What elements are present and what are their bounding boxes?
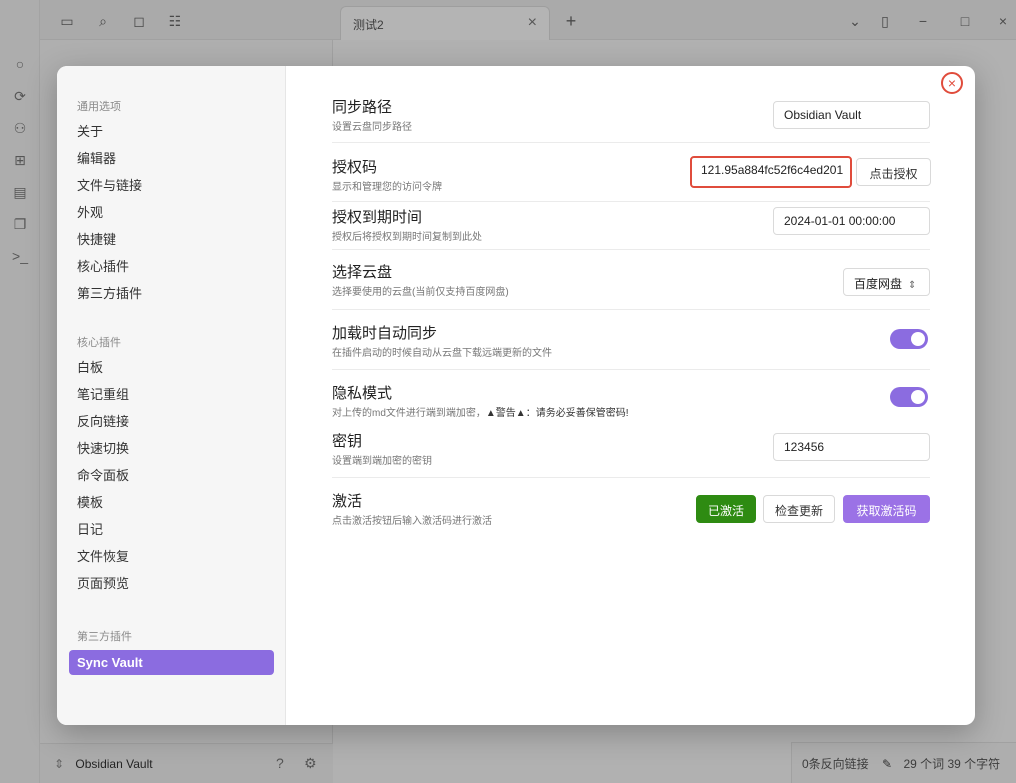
nav-item-community-plugins[interactable]: 第三方插件 xyxy=(69,278,274,303)
nav-section-community: 第三方插件 xyxy=(77,631,132,643)
setting-auto-sync: 加载时自动同步 在插件启动的时候自动从云盘下载远端更新的文件 xyxy=(332,322,930,370)
nav-item-editor[interactable]: 编辑器 xyxy=(69,143,274,168)
setting-auth-code: 授权码 显示和管理您的访问令牌 121.95a884fc52f6c4ed201 … xyxy=(332,156,931,202)
setting-sync-path: 同步路径 设置云盘同步路径 Obsidian Vault xyxy=(332,96,930,143)
privacy-toggle[interactable] xyxy=(890,387,928,407)
setting-activate: 激活 点击激活按钮后输入激活码进行激活 已激活 检查更新 获取激活码 xyxy=(332,490,930,530)
setting-desc: 点击激活按钮后输入激活码进行激活 xyxy=(332,516,492,527)
setting-name: 密钥 xyxy=(332,433,363,450)
setting-desc: 对上传的md文件进行端到端加密，▲警告▲：请务必妥善保管密码! xyxy=(332,404,628,419)
nav-item-note-composer[interactable]: 笔记重组 xyxy=(69,379,274,404)
settings-nav: 通用选项 关于 编辑器 文件与链接 外观 快捷键 核心插件 第三方插件 核心插件… xyxy=(57,66,286,725)
setting-auth-expire: 授权到期时间 授权后将授权到期时间复制到此处 2024-01-01 00:00:… xyxy=(332,206,930,250)
setting-desc: 在插件启动的时候自动从云盘下载远端更新的文件 xyxy=(332,348,552,359)
setting-name: 授权码 xyxy=(332,159,378,176)
chevron-updown-icon: ⇕ xyxy=(908,280,917,291)
settings-modal: 通用选项 关于 编辑器 文件与链接 外观 快捷键 核心插件 第三方插件 核心插件… xyxy=(57,66,975,725)
toggle-knob xyxy=(911,390,925,404)
setting-privacy: 隐私模式 对上传的md文件进行端到端加密，▲警告▲：请务必妥善保管密码! xyxy=(332,382,930,426)
nav-item-command-palette[interactable]: 命令面板 xyxy=(69,460,274,485)
nav-item-page-preview[interactable]: 页面预览 xyxy=(69,568,274,593)
setting-secret: 密钥 设置端到端加密的密钥 123456 xyxy=(332,430,930,478)
setting-desc: 选择要使用的云盘(当前仅支持百度网盘) xyxy=(332,287,509,298)
sync-path-input[interactable]: Obsidian Vault xyxy=(773,101,930,129)
nav-item-canvas[interactable]: 白板 xyxy=(69,352,274,377)
authorize-button[interactable]: 点击授权 xyxy=(856,158,931,186)
nav-item-files-links[interactable]: 文件与链接 xyxy=(69,170,274,195)
cloud-select-value: 百度网盘 xyxy=(854,277,903,291)
setting-desc: 设置端到端加密的密钥 xyxy=(332,456,432,467)
settings-content: 同步路径 设置云盘同步路径 Obsidian Vault 授权码 显示和管理您的… xyxy=(286,66,975,725)
activated-button[interactable]: 已激活 xyxy=(696,495,756,523)
cloud-select[interactable]: 百度网盘 ⇕ xyxy=(843,268,930,296)
secret-input[interactable]: 123456 xyxy=(773,433,930,461)
nav-item-about[interactable]: 关于 xyxy=(69,116,274,141)
nav-item-core-plugins[interactable]: 核心插件 xyxy=(69,251,274,276)
setting-desc: 设置云盘同步路径 xyxy=(332,122,412,133)
nav-item-hotkeys[interactable]: 快捷键 xyxy=(69,224,274,249)
auto-sync-toggle[interactable] xyxy=(890,329,928,349)
nav-item-sync-vault[interactable]: Sync Vault xyxy=(69,650,274,675)
setting-cloud: 选择云盘 选择要使用的云盘(当前仅支持百度网盘) 百度网盘 ⇕ xyxy=(332,261,930,310)
setting-desc: 授权后将授权到期时间复制到此处 xyxy=(332,232,482,243)
auth-expire-input[interactable]: 2024-01-01 00:00:00 xyxy=(773,207,930,235)
nav-section-core: 核心插件 xyxy=(77,337,121,349)
setting-name: 授权到期时间 xyxy=(332,209,423,226)
setting-name: 激活 xyxy=(332,493,363,510)
nav-item-quick-switcher[interactable]: 快速切换 xyxy=(69,433,274,458)
nav-section-general: 通用选项 xyxy=(77,101,121,113)
privacy-warning: ▲警告▲：请务必妥善保管密码! xyxy=(485,408,629,419)
nav-item-daily-notes[interactable]: 日记 xyxy=(69,514,274,539)
auth-code-input[interactable]: 121.95a884fc52f6c4ed201 xyxy=(690,156,852,188)
setting-name: 选择云盘 xyxy=(332,264,393,281)
toggle-knob xyxy=(911,332,925,346)
setting-name: 隐私模式 xyxy=(332,385,393,402)
nav-item-file-recovery[interactable]: 文件恢复 xyxy=(69,541,274,566)
check-update-button[interactable]: 检查更新 xyxy=(763,495,835,523)
setting-name: 加载时自动同步 xyxy=(332,325,438,342)
nav-item-templates[interactable]: 模板 xyxy=(69,487,274,512)
setting-desc: 显示和管理您的访问令牌 xyxy=(332,182,442,193)
get-activation-code-button[interactable]: 获取激活码 xyxy=(843,495,930,523)
privacy-desc-text: 对上传的md文件进行端到端加密， xyxy=(332,408,486,419)
setting-name: 同步路径 xyxy=(332,99,393,116)
nav-item-appearance[interactable]: 外观 xyxy=(69,197,274,222)
nav-item-backlinks[interactable]: 反向链接 xyxy=(69,406,274,431)
